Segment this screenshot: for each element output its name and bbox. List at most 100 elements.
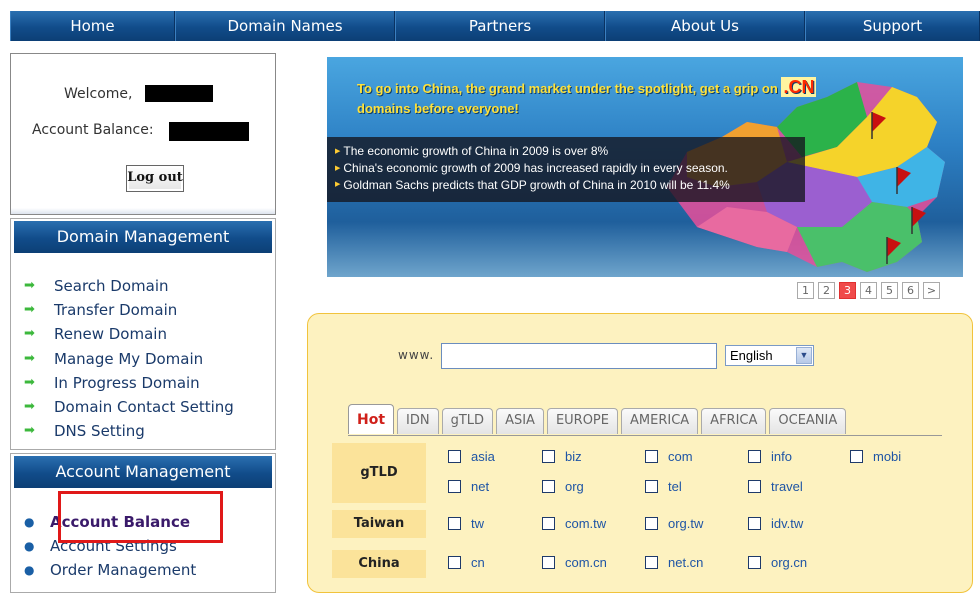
banner-point: Goldman Sachs predicts that GDP growth o… xyxy=(335,177,729,194)
menu-item-dns-setting[interactable]: ➡ DNS Setting xyxy=(24,419,234,443)
logout-button[interactable]: Log out xyxy=(126,165,184,192)
domain-search-panel: www. English ▼ Hot IDN gTLD ASIA EUROPE … xyxy=(307,313,973,593)
banner-caption-band: The economic growth of China in 2009 is … xyxy=(327,137,805,202)
chevron-down-icon[interactable]: ▼ xyxy=(796,347,812,364)
page-button-3[interactable]: 3 xyxy=(839,282,856,299)
checkbox[interactable] xyxy=(645,480,658,493)
page-button-6[interactable]: 6 xyxy=(902,282,919,299)
tab-gtld[interactable]: gTLD xyxy=(441,408,494,434)
balance-label: Account Balance: xyxy=(32,122,154,138)
extension-option[interactable]: tel xyxy=(645,479,682,494)
banner-point: China's economic growth of 2009 has incr… xyxy=(335,160,730,177)
bullet-icon: ● xyxy=(24,563,35,578)
nav-partners[interactable]: Partners xyxy=(395,11,605,41)
nav-about-us[interactable]: About Us xyxy=(605,11,805,41)
menu-item-transfer-domain[interactable]: ➡ Transfer Domain xyxy=(24,298,234,322)
arrow-right-icon: ➡ xyxy=(24,302,35,318)
arrow-right-icon: ➡ xyxy=(24,399,35,415)
checkbox[interactable] xyxy=(748,517,761,530)
account-summary-box: Welcome, Account Balance: Log out xyxy=(10,53,276,215)
nav-domain-names[interactable]: Domain Names xyxy=(175,11,395,41)
banner-points: The economic growth of China in 2009 is … xyxy=(335,143,730,194)
extension-option[interactable]: net.cn xyxy=(645,555,703,570)
page-next-button[interactable]: > xyxy=(923,282,940,299)
checkbox[interactable] xyxy=(542,517,555,530)
tab-europe[interactable]: EUROPE xyxy=(546,408,618,434)
page-button-5[interactable]: 5 xyxy=(881,282,898,299)
tab-africa[interactable]: AFRICA xyxy=(701,408,767,434)
page-button-2[interactable]: 2 xyxy=(818,282,835,299)
extension-option[interactable]: travel xyxy=(748,479,803,494)
extension-option[interactable]: cn xyxy=(448,555,485,570)
redacted-username xyxy=(145,85,213,102)
extension-option[interactable]: tw xyxy=(448,516,484,531)
language-select[interactable]: English ▼ xyxy=(725,345,814,366)
extension-option[interactable]: net xyxy=(448,479,489,494)
extension-option[interactable]: org.cn xyxy=(748,555,807,570)
redacted-balance xyxy=(169,122,249,141)
menu-item-manage-my-domain[interactable]: ➡ Manage My Domain xyxy=(24,347,234,371)
extension-option[interactable]: org xyxy=(542,479,584,494)
top-navigation: Home Domain Names Partners About Us Supp… xyxy=(10,11,980,41)
checkbox[interactable] xyxy=(748,556,761,569)
banner-pager: 1 2 3 4 5 6 > xyxy=(797,282,944,299)
arrow-right-icon: ➡ xyxy=(24,326,35,342)
extension-option[interactable]: com.tw xyxy=(542,516,606,531)
category-label-gtld: gTLD xyxy=(332,443,426,503)
domain-search-input[interactable] xyxy=(441,343,717,369)
checkbox[interactable] xyxy=(645,517,658,530)
extension-option[interactable]: idv.tw xyxy=(748,516,803,531)
banner-point: The economic growth of China in 2009 is … xyxy=(335,143,730,160)
arrow-right-icon: ➡ xyxy=(24,423,35,439)
welcome-label: Welcome, xyxy=(64,86,133,102)
extension-option[interactable]: asia xyxy=(448,449,495,464)
menu-item-domain-contact-setting[interactable]: ➡ Domain Contact Setting xyxy=(24,395,234,419)
nav-support[interactable]: Support xyxy=(805,11,980,41)
checkbox[interactable] xyxy=(748,450,761,463)
promo-banner[interactable]: To go into China, the grand market under… xyxy=(327,57,963,277)
tab-idn[interactable]: IDN xyxy=(397,408,439,434)
menu-item-in-progress-domain[interactable]: ➡ In Progress Domain xyxy=(24,371,234,395)
page-button-1[interactable]: 1 xyxy=(797,282,814,299)
menu-item-order-management[interactable]: ● Order Management xyxy=(20,558,196,582)
extension-option[interactable]: info xyxy=(748,449,792,464)
extension-option[interactable]: com.cn xyxy=(542,555,607,570)
checkbox[interactable] xyxy=(645,450,658,463)
arrow-right-icon: ➡ xyxy=(24,374,35,390)
tab-america[interactable]: AMERICA xyxy=(621,408,699,434)
checkbox[interactable] xyxy=(542,556,555,569)
highlight-box xyxy=(58,491,223,543)
www-prefix-label: www. xyxy=(398,348,435,362)
domain-management-menu: ➡ Search Domain ➡ Transfer Domain ➡ Renew D… xyxy=(24,274,234,443)
banner-headline: To go into China, the grand market under… xyxy=(357,77,817,116)
checkbox[interactable] xyxy=(850,450,863,463)
checkbox[interactable] xyxy=(542,450,555,463)
checkbox[interactable] xyxy=(448,517,461,530)
tab-oceania[interactable]: OCEANIA xyxy=(769,408,847,434)
extension-option[interactable]: biz xyxy=(542,449,582,464)
menu-item-renew-domain[interactable]: ➡ Renew Domain xyxy=(24,322,234,346)
nav-home[interactable]: Home xyxy=(10,11,175,41)
bullet-icon: ● xyxy=(24,539,35,554)
cn-badge: .CN xyxy=(781,77,817,97)
checkbox[interactable] xyxy=(645,556,658,569)
extension-option[interactable]: mobi xyxy=(850,449,901,464)
checkbox[interactable] xyxy=(448,450,461,463)
extension-tabs: Hot IDN gTLD ASIA EUROPE AMERICA AFRICA … xyxy=(348,404,849,434)
extension-option[interactable]: org.tw xyxy=(645,516,703,531)
arrow-right-icon: ➡ xyxy=(24,278,35,294)
page-button-4[interactable]: 4 xyxy=(860,282,877,299)
tab-asia[interactable]: ASIA xyxy=(496,408,544,434)
checkbox[interactable] xyxy=(448,556,461,569)
category-label-china: China xyxy=(332,550,426,578)
bullet-icon: ● xyxy=(24,515,35,530)
checkbox[interactable] xyxy=(748,480,761,493)
menu-item-search-domain[interactable]: ➡ Search Domain xyxy=(24,274,234,298)
checkbox[interactable] xyxy=(448,480,461,493)
extension-option[interactable]: com xyxy=(645,449,693,464)
domain-management-title: Domain Management xyxy=(14,221,272,253)
arrow-right-icon: ➡ xyxy=(24,350,35,366)
tab-hot[interactable]: Hot xyxy=(348,404,395,434)
category-label-taiwan: Taiwan xyxy=(332,510,426,538)
checkbox[interactable] xyxy=(542,480,555,493)
